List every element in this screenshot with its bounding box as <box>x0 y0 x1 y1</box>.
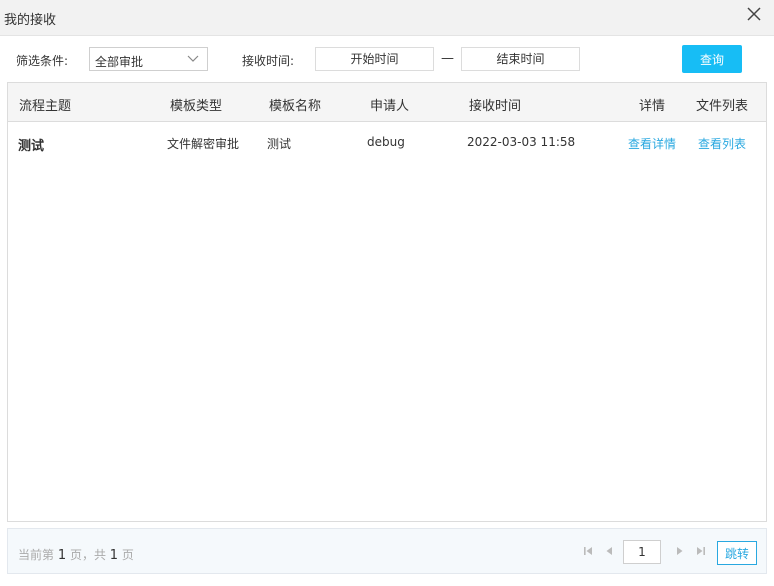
current-page-number: 1 <box>57 548 67 563</box>
page-number-input[interactable] <box>623 540 661 564</box>
pagination-bar: 当前第 1 页，共 1 页 跳转 <box>7 528 767 574</box>
approval-type-select[interactable]: 全部审批 <box>89 47 208 71</box>
jump-button[interactable]: 跳转 <box>717 541 757 565</box>
page-info: 当前第 1 页，共 1 页 <box>18 546 134 563</box>
column-header-file-list: 文件列表 <box>696 99 749 114</box>
column-header-subject: 流程主题 <box>19 99 72 114</box>
cell-subject: 测试 <box>18 139 45 154</box>
dialog-title: 我的接收 <box>4 13 57 28</box>
filter-condition-label: 筛选条件: <box>16 54 69 68</box>
column-header-applicant: 申请人 <box>370 99 410 114</box>
column-header-template-name: 模板名称 <box>269 99 322 114</box>
last-page-icon[interactable] <box>695 545 707 557</box>
receive-table: 流程主题 模板类型 模板名称 申请人 接收时间 详情 文件列表 测试 文件解密审… <box>7 82 767 522</box>
end-time-input[interactable] <box>461 47 580 71</box>
cell-applicant: debug <box>367 135 405 149</box>
close-icon[interactable] <box>744 4 764 24</box>
query-button[interactable]: 查询 <box>682 45 742 73</box>
page-info-suffix: 页 <box>121 548 134 562</box>
table-header: 流程主题 模板类型 模板名称 申请人 接收时间 详情 文件列表 <box>8 83 766 122</box>
page-info-mid: 页，共 <box>69 548 106 562</box>
next-page-icon[interactable] <box>674 545 686 557</box>
start-time-input[interactable] <box>315 47 434 71</box>
column-header-received-time: 接收时间 <box>469 99 522 114</box>
cell-template-name: 测试 <box>267 137 292 151</box>
receive-time-label: 接收时间: <box>242 54 295 68</box>
page-info-prefix: 当前第 <box>18 548 55 562</box>
approval-type-value: 全部审批 <box>95 55 144 69</box>
column-header-detail: 详情 <box>639 99 666 114</box>
cell-template-type: 文件解密审批 <box>167 137 240 151</box>
first-page-icon[interactable] <box>582 545 594 557</box>
cell-received-time: 2022-03-03 11:58 <box>467 135 576 149</box>
table-row: 测试 文件解密审批 测试 debug 2022-03-03 11:58 查看详情… <box>8 123 766 163</box>
chevron-down-icon <box>187 55 199 62</box>
prev-page-icon[interactable] <box>603 545 615 557</box>
dialog-titlebar: 我的接收 <box>0 0 774 36</box>
view-file-list-link[interactable]: 查看列表 <box>698 135 746 152</box>
total-page-number: 1 <box>109 548 119 563</box>
date-separator: — <box>441 51 454 66</box>
column-header-template-type: 模板类型 <box>170 99 223 114</box>
view-detail-link[interactable]: 查看详情 <box>628 135 676 152</box>
